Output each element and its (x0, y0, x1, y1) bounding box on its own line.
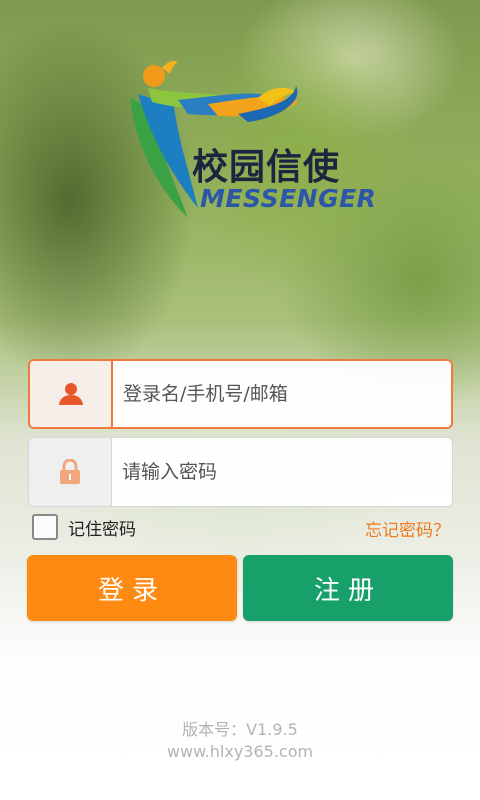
password-field[interactable] (28, 437, 453, 507)
register-button[interactable]: 注册 (243, 555, 453, 621)
logo-chinese-text: 校园信使 (192, 147, 341, 188)
version-text: 版本号：V1.9.5 (182, 720, 298, 739)
lock-icon (60, 459, 80, 484)
user-icon (58, 383, 83, 405)
remember-password[interactable]: 记住密码 (32, 514, 136, 540)
remember-label: 记住密码 (68, 519, 136, 540)
username-icon-box (30, 361, 113, 427)
app-logo: 校园信使 MESSENGER (118, 58, 376, 228)
website-text: www.hlxy365.com (166, 742, 314, 761)
password-input[interactable] (112, 438, 452, 506)
logo-english-text: MESSENGER (200, 184, 377, 213)
forgot-password-link[interactable]: 忘记密码？ (365, 516, 450, 541)
login-button[interactable]: 登录 (27, 555, 237, 621)
username-input[interactable] (113, 361, 451, 427)
username-field[interactable] (28, 359, 453, 429)
password-icon-box (29, 438, 112, 506)
remember-checkbox[interactable] (32, 514, 58, 540)
